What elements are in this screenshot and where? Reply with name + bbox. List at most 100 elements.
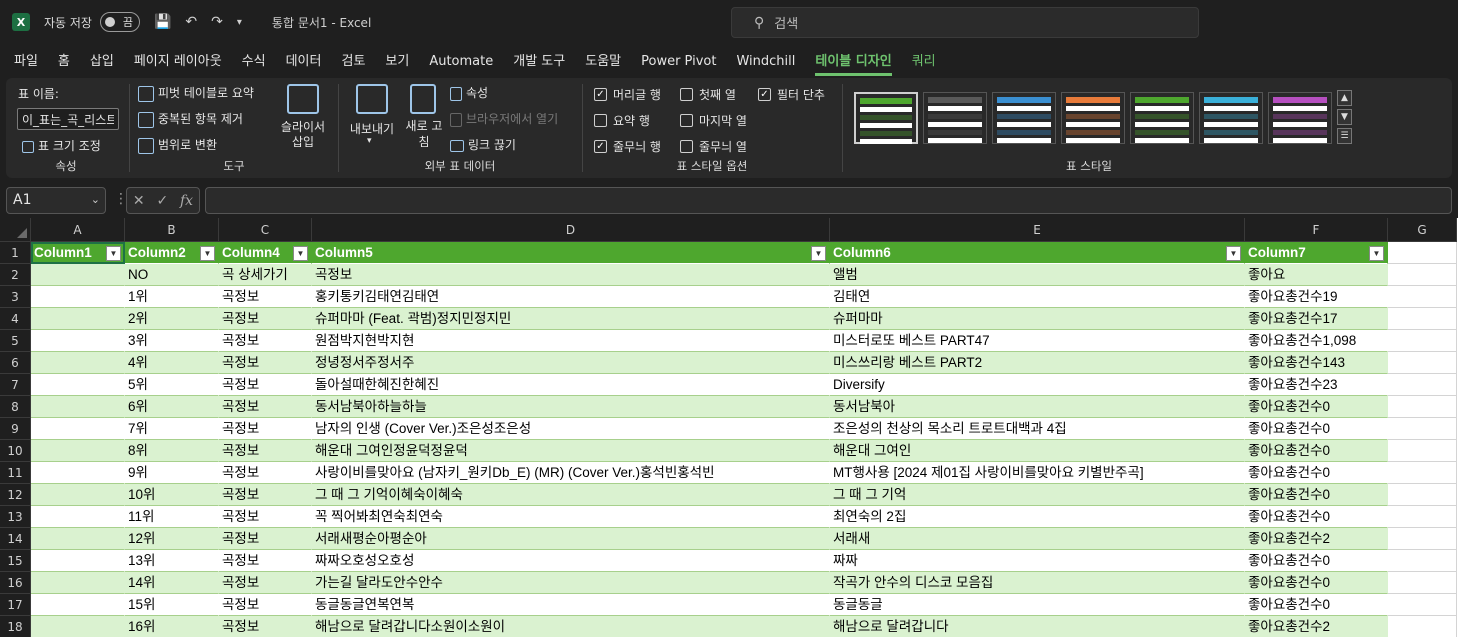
table-cell[interactable]: 곡정보 xyxy=(219,484,312,506)
table-cell[interactable]: 해운대 그여인 xyxy=(830,440,1245,462)
table-cell[interactable] xyxy=(31,418,125,440)
row-header[interactable]: 14 xyxy=(0,528,31,550)
table-cell[interactable]: 동글동글연복연복 xyxy=(312,594,830,616)
tab-5[interactable]: 데이터 xyxy=(276,48,332,76)
total-row-checkbox[interactable]: 요약 행 xyxy=(594,112,650,129)
empty-cell[interactable] xyxy=(1388,440,1457,462)
table-style-swatch[interactable] xyxy=(1268,92,1332,144)
table-cell[interactable]: 좋아요총건수0 xyxy=(1245,418,1388,440)
table-cell[interactable]: 16위 xyxy=(125,616,219,637)
table-cell[interactable]: 곡정보 xyxy=(219,330,312,352)
table-cell[interactable]: 슈퍼마마 xyxy=(830,308,1245,330)
empty-cell[interactable] xyxy=(1388,572,1457,594)
table-cell[interactable]: 곡정보 xyxy=(219,528,312,550)
table-cell[interactable]: 미스터로또 베스트 PART47 xyxy=(830,330,1245,352)
table-cell[interactable]: 가는길 달라도안수안수 xyxy=(312,572,830,594)
table-cell[interactable]: 좋아요총건수0 xyxy=(1245,572,1388,594)
filter-dropdown-icon[interactable]: ▼ xyxy=(1369,246,1384,261)
table-cell[interactable]: 조은성의 천상의 목소리 트로트대백과 4집 xyxy=(830,418,1245,440)
table-style-swatch[interactable] xyxy=(992,92,1056,144)
table-properties-button[interactable]: 속성 xyxy=(450,84,488,101)
open-in-browser-button[interactable]: 브라우저에서 열기 xyxy=(450,110,558,127)
table-cell[interactable]: 6위 xyxy=(125,396,219,418)
filter-dropdown-icon[interactable]: ▼ xyxy=(106,246,121,261)
table-cell[interactable]: 동서남북아 xyxy=(830,396,1245,418)
row-header[interactable]: 17 xyxy=(0,594,31,616)
table-cell[interactable]: 곡정보 xyxy=(219,440,312,462)
filter-dropdown-icon[interactable]: ▼ xyxy=(811,246,826,261)
table-cell[interactable]: MT행사용 [2024 제01집 사랑이비를맞아요 키별반주곡] xyxy=(830,462,1245,484)
table-cell[interactable]: 9위 xyxy=(125,462,219,484)
table-cell[interactable] xyxy=(31,484,125,506)
tab-7[interactable]: 보기 xyxy=(375,48,419,76)
table-cell[interactable] xyxy=(31,506,125,528)
table-cell[interactable]: 사랑이비를맞아요 (남자키_원키Db_E) (MR) (Cover Ver.)홍… xyxy=(312,462,830,484)
tab-10[interactable]: 도움말 xyxy=(575,48,631,76)
gallery-more-button[interactable]: ☰ xyxy=(1337,128,1352,144)
empty-cell[interactable] xyxy=(1388,594,1457,616)
row-header[interactable]: 4 xyxy=(0,308,31,330)
filter-dropdown-icon[interactable]: ▼ xyxy=(200,246,215,261)
table-cell[interactable]: 그 때 그 기억 xyxy=(830,484,1245,506)
table-cell[interactable]: 좋아요총건수2 xyxy=(1245,616,1388,637)
empty-cell[interactable] xyxy=(1388,506,1457,528)
row-header[interactable]: 2 xyxy=(0,264,31,286)
table-cell[interactable]: 15위 xyxy=(125,594,219,616)
table-cell[interactable]: 서래새평순아평순아 xyxy=(312,528,830,550)
table-cell[interactable]: 서래새 xyxy=(830,528,1245,550)
empty-cell[interactable] xyxy=(1388,264,1457,286)
name-box[interactable]: A1 ⌄ xyxy=(6,187,106,214)
row-header[interactable]: 12 xyxy=(0,484,31,506)
empty-cell[interactable] xyxy=(1388,286,1457,308)
tab-2[interactable]: 삽입 xyxy=(80,48,124,76)
refresh-button[interactable]: 새로 고침 xyxy=(402,84,446,150)
table-cell[interactable]: 곡정보 xyxy=(219,396,312,418)
row-header[interactable]: 9 xyxy=(0,418,31,440)
empty-cell[interactable] xyxy=(1388,242,1457,264)
table-cell[interactable]: 슈퍼마마 (Feat. 곽범)정지민정지민 xyxy=(312,308,830,330)
convert-to-range-button[interactable]: 범위로 변환 xyxy=(138,136,217,154)
empty-cell[interactable] xyxy=(1388,484,1457,506)
filter-dropdown-icon[interactable]: ▼ xyxy=(293,246,308,261)
table-cell[interactable] xyxy=(31,462,125,484)
table-cell[interactable]: 곡정보 xyxy=(219,550,312,572)
table-cell[interactable]: 곡정보 xyxy=(219,308,312,330)
table-cell[interactable]: 8위 xyxy=(125,440,219,462)
tab-6[interactable]: 검토 xyxy=(331,48,375,76)
filter-button-checkbox[interactable]: ✓ 필터 단추 xyxy=(758,86,825,103)
empty-cell[interactable] xyxy=(1388,308,1457,330)
table-cell[interactable]: 12위 xyxy=(125,528,219,550)
table-cell[interactable]: 14위 xyxy=(125,572,219,594)
table-cell[interactable]: 곡정보 xyxy=(219,286,312,308)
row-header[interactable]: 3 xyxy=(0,286,31,308)
table-cell[interactable]: 곡정보 xyxy=(219,418,312,440)
empty-cell[interactable] xyxy=(1388,352,1457,374)
table-cell[interactable]: 홍키통키김태연김태연 xyxy=(312,286,830,308)
redo-icon[interactable]: ↷ xyxy=(211,14,223,30)
table-cell[interactable]: 좋아요총건수2 xyxy=(1245,528,1388,550)
empty-cell[interactable] xyxy=(1388,330,1457,352)
formula-input[interactable] xyxy=(205,187,1452,214)
table-cell[interactable]: 짜짜 xyxy=(830,550,1245,572)
table-cell[interactable]: 좋아요총건수23 xyxy=(1245,374,1388,396)
table-cell[interactable]: 동서남북아하늘하늘 xyxy=(312,396,830,418)
table-cell[interactable]: 좋아요총건수19 xyxy=(1245,286,1388,308)
table-cell[interactable]: 곡 상세가기 xyxy=(219,264,312,286)
tab-1[interactable]: 홈 xyxy=(48,48,80,76)
table-cell[interactable]: 좋아요총건수0 xyxy=(1245,550,1388,572)
table-cell[interactable]: 좋아요 xyxy=(1245,264,1388,286)
pivot-summary-button[interactable]: 피벗 테이블로 요약 xyxy=(138,84,254,102)
column-header-e[interactable]: E xyxy=(830,218,1245,242)
row-header[interactable]: 16 xyxy=(0,572,31,594)
table-header-cell[interactable]: Column5 ▼ xyxy=(312,242,830,264)
table-cell[interactable]: 1위 xyxy=(125,286,219,308)
cancel-icon[interactable]: ✕ xyxy=(133,193,145,209)
table-cell[interactable] xyxy=(31,594,125,616)
row-header[interactable]: 11 xyxy=(0,462,31,484)
table-cell[interactable]: 그 때 그 기억이혜숙이혜숙 xyxy=(312,484,830,506)
remove-duplicates-button[interactable]: 중복된 항목 제거 xyxy=(138,110,243,128)
table-cell[interactable] xyxy=(31,286,125,308)
banded-columns-checkbox[interactable]: 줄무늬 열 xyxy=(680,138,747,155)
insert-function-icon[interactable]: fx xyxy=(180,193,193,209)
table-cell[interactable]: 11위 xyxy=(125,506,219,528)
